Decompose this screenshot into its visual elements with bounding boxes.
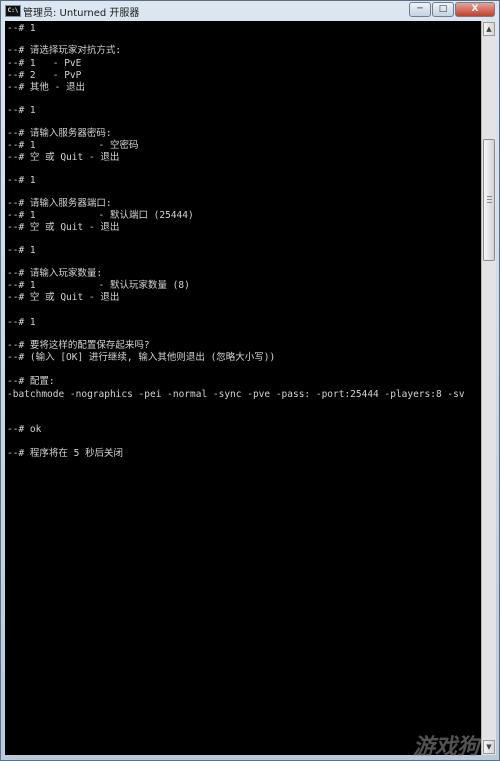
console-line: --# 1 xyxy=(7,317,36,328)
console-line: --# 空 或 Quit - 退出 xyxy=(7,222,120,233)
window-controls: ─ □ X xyxy=(408,2,495,17)
scroll-up-arrow-icon[interactable]: ▲ xyxy=(483,22,495,36)
console-icon[interactable]: C:\ xyxy=(5,5,21,17)
window-title: 管理员: Unturned 开服器 xyxy=(23,8,140,19)
maximize-button[interactable]: □ xyxy=(432,2,454,17)
console-line: --# ok xyxy=(7,424,42,435)
console-line: --# 1 - 默认玩家数量 (8) xyxy=(7,280,190,291)
vertical-scrollbar[interactable]: ▲ ▼ xyxy=(481,21,496,755)
console-line: --# 请输入服务器密码: xyxy=(7,128,112,139)
console-window: C:\ 管理员: Unturned 开服器 ─ □ X --# 1 --# 请选… xyxy=(0,0,500,761)
console-line: --# 1 xyxy=(7,105,36,116)
watermark-logo: 游戏狗 xyxy=(413,735,480,760)
console-line: --# 1 - PvE xyxy=(7,58,82,69)
console-line: --# 程序将在 5 秒后关闭 xyxy=(7,448,124,459)
console-line: --# 1 - 默认端口 (25444) xyxy=(7,210,194,221)
console-line: --# 要将这样的配置保存起来吗? xyxy=(7,340,150,351)
console-line: --# 其他 - 退出 xyxy=(7,82,86,93)
console-line: --# 请选择玩家对抗方式: xyxy=(7,45,122,56)
console-line: --# 1 xyxy=(7,23,36,34)
console-line: --# 1 - 空密码 xyxy=(7,140,139,151)
console-output[interactable]: --# 1 --# 请选择玩家对抗方式: --# 1 - PvE --# 2 -… xyxy=(5,21,481,755)
console-line: --# 配置: xyxy=(7,376,55,387)
console-line: --# 请输入服务器端口: xyxy=(7,198,112,209)
console-line: --# 1 xyxy=(7,175,36,186)
console-line: --# 空 或 Quit - 退出 xyxy=(7,292,120,303)
console-line: --# 2 - PvP xyxy=(7,70,82,81)
console-line: --# 空 或 Quit - 退出 xyxy=(7,152,120,163)
console-line: -batchmode -nographics -pei -normal -syn… xyxy=(7,389,465,400)
console-line: --# 1 xyxy=(7,245,36,256)
console-line: --# (输入 [OK] 进行继续, 输入其他则退出 (忽略大小写)) xyxy=(7,352,276,363)
console-line: --# 请输入玩家数量: xyxy=(7,268,103,279)
close-button[interactable]: X xyxy=(455,2,495,17)
minimize-button[interactable]: ─ xyxy=(409,2,431,17)
grip-line xyxy=(487,202,492,203)
grip-line xyxy=(487,196,492,197)
title-bar[interactable]: C:\ 管理员: Unturned 开服器 ─ □ X xyxy=(1,1,499,19)
scroll-down-arrow-icon[interactable]: ▼ xyxy=(483,740,495,754)
scrollbar-thumb[interactable] xyxy=(483,139,495,261)
grip-line xyxy=(487,199,492,200)
